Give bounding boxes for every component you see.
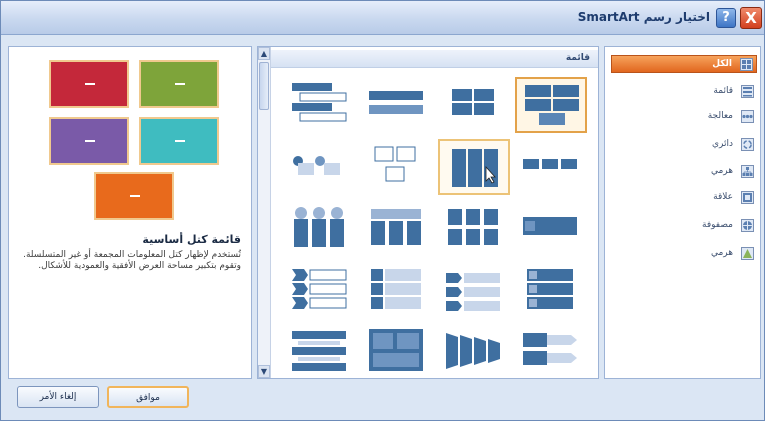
category-item-hierarchy[interactable]: هرمي (611, 163, 757, 181)
layout-thumbnail-basic-block-list[interactable] (515, 77, 587, 133)
gallery-header-label: قائمة (565, 53, 590, 63)
preview-pane: قائمة كتل أساسية تُستخدم لإظهار كتل المع… (8, 46, 252, 379)
layout-thumbnail[interactable] (284, 323, 356, 379)
category-item-process[interactable]: معالجة (611, 108, 757, 126)
gallery-header: قائمة (271, 50, 598, 68)
layout-thumbnail[interactable] (284, 77, 356, 133)
category-item-relationship[interactable]: علاقة (611, 189, 757, 207)
category-item-cycle[interactable]: دائري (611, 136, 757, 154)
grid-icon (740, 58, 753, 71)
preview-shape (49, 117, 129, 165)
smartart-dialog: X ? اختيار رسم SmartArt الكل قائمة معالج… (0, 0, 765, 421)
category-label: الكل (712, 59, 732, 69)
layout-thumbnail[interactable] (361, 77, 433, 133)
category-label: مصفوفة (702, 220, 733, 230)
layout-thumbnail[interactable] (438, 201, 510, 257)
scroll-thumb[interactable] (259, 62, 269, 110)
hierarchy-icon (741, 165, 754, 178)
category-item-pyramid[interactable]: هرمي (611, 245, 757, 263)
scroll-up-button[interactable]: ▲ (258, 47, 270, 60)
category-label: هرمي (710, 248, 733, 258)
preview-shape (139, 60, 219, 108)
category-label: هرمي (710, 166, 733, 176)
list-icon (741, 85, 754, 98)
preview-shape (49, 60, 129, 108)
preview-shape (139, 117, 219, 165)
category-label: علاقة (713, 192, 733, 202)
layout-thumbnail[interactable] (284, 139, 356, 195)
help-button[interactable]: ? (716, 8, 736, 28)
layout-thumbnail-hovered[interactable] (438, 139, 510, 195)
process-icon (741, 110, 754, 123)
title-bar: X ? اختيار رسم SmartArt (1, 1, 764, 35)
layout-thumbnail[interactable] (361, 201, 433, 257)
layout-thumbnail[interactable] (515, 139, 587, 195)
category-list: الكل قائمة معالجة دائري هرمي علاقة مصفوف… (604, 46, 761, 379)
layout-thumbnail[interactable] (361, 139, 433, 195)
category-item-all[interactable]: الكل (611, 55, 757, 73)
layout-description: تُستخدم لإظهار كتل المعلومات المجمعة أو … (23, 250, 241, 271)
layout-thumbnail[interactable] (515, 323, 587, 379)
layout-thumbnail[interactable] (438, 77, 510, 133)
cycle-icon (741, 138, 754, 151)
scroll-down-button[interactable]: ▼ (258, 365, 270, 378)
cancel-button[interactable]: إلغاء الأمر (17, 386, 99, 408)
close-button[interactable]: X (740, 7, 762, 29)
preview-shape (94, 172, 174, 220)
category-label: قائمة (713, 86, 733, 96)
layout-thumbnail[interactable] (438, 323, 510, 379)
category-item-matrix[interactable]: مصفوفة (611, 217, 757, 235)
relationship-icon (741, 191, 754, 204)
layout-thumbnail[interactable] (515, 201, 587, 257)
layout-thumbnail[interactable] (515, 263, 587, 319)
pyramid-icon (741, 247, 754, 260)
category-label: دائري (711, 139, 733, 149)
ok-button[interactable]: موافق (107, 386, 189, 408)
category-label: معالجة (707, 111, 733, 121)
category-item-list[interactable]: قائمة (611, 83, 757, 101)
layout-thumbnail[interactable] (361, 263, 433, 319)
layout-gallery: ▲ ▼ قائمة (257, 46, 599, 379)
layout-thumbnail[interactable] (361, 323, 433, 379)
matrix-icon (741, 219, 754, 232)
layout-thumbnail[interactable] (438, 263, 510, 319)
window-title: اختيار رسم SmartArt (577, 10, 710, 24)
layout-thumbnail[interactable] (284, 201, 356, 257)
layout-thumbnail[interactable] (284, 263, 356, 319)
layout-title: قائمة كتل أساسية (142, 233, 241, 246)
gallery-scrollbar[interactable]: ▲ ▼ (258, 47, 271, 378)
